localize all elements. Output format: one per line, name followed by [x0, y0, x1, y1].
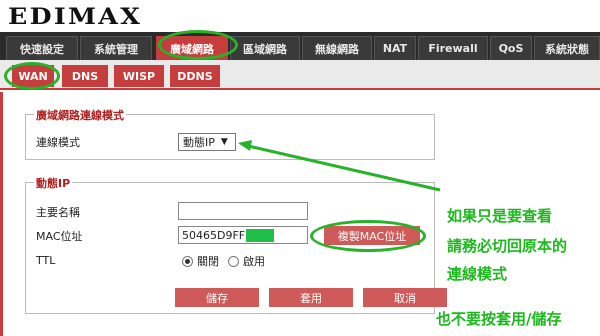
tab-firewall[interactable]: Firewall: [418, 36, 488, 60]
radio-unselected-icon: [228, 255, 239, 267]
connection-mode-section: 廣域網路連線模式 連線模式 動態IP ▼: [25, 107, 435, 160]
subtab-wisp[interactable]: WISP: [114, 65, 164, 87]
ttl-off-radio[interactable]: 關閉: [182, 253, 219, 269]
dynamic-ip-legend: 動態IP: [34, 175, 73, 191]
tab-qos[interactable]: QoS: [490, 36, 532, 60]
tab-quick-setup[interactable]: 快速設定: [6, 36, 78, 60]
save-button[interactable]: 儲存: [175, 288, 259, 307]
mac-value: 50465D9FF: [182, 228, 246, 242]
main-tab-bar: 快速設定 系統管理 廣域網路 區域網路 無線網路 NAT Firewall Qo…: [0, 32, 600, 60]
hostname-input[interactable]: [178, 202, 308, 220]
ttl-label: TTL: [36, 254, 56, 267]
tab-nat[interactable]: NAT: [374, 36, 416, 60]
radio-selected-icon: [182, 255, 193, 267]
cancel-button[interactable]: 取消: [363, 288, 447, 307]
apply-button[interactable]: 套用: [269, 288, 353, 307]
mac-input[interactable]: 50465D9FF: [178, 226, 308, 244]
chevron-down-icon: ▼: [220, 137, 228, 147]
annotation-line-1: 如果只是要查看: [447, 207, 553, 225]
clone-mac-button[interactable]: 複製MAC位址: [324, 226, 420, 245]
connection-mode-select[interactable]: 動態IP ▼: [178, 133, 236, 151]
ttl-on-label: 啟用: [243, 255, 265, 268]
tab-system-admin[interactable]: 系統管理: [80, 36, 152, 60]
tab-lan[interactable]: 區域網路: [230, 36, 300, 60]
connection-mode-value: 動態IP: [183, 136, 215, 149]
mac-mask-block: [246, 228, 275, 242]
annotation-line-4: 也不要按套用/儲存: [436, 310, 562, 328]
ttl-on-radio[interactable]: 啟用: [228, 253, 265, 269]
subtab-wan[interactable]: WAN: [12, 65, 54, 87]
subtab-dns[interactable]: DNS: [62, 65, 108, 87]
ttl-off-label: 關閉: [197, 255, 219, 268]
connection-mode-label: 連線模式: [36, 136, 80, 149]
header: EDIMAX: [0, 0, 600, 30]
tab-system-status[interactable]: 系統狀態: [534, 36, 600, 60]
brand-logo: EDIMAX: [8, 4, 143, 30]
mac-label: MAC位址: [36, 230, 83, 243]
connection-mode-legend: 廣域網路連線模式: [34, 107, 126, 123]
tab-wireless[interactable]: 無線網路: [302, 36, 372, 60]
tab-wan[interactable]: 廣域網路: [156, 36, 228, 60]
annotation-line-3: 連線模式: [447, 265, 508, 283]
hostname-label: 主要名稱: [36, 206, 80, 219]
annotation-line-2: 請務必切回原本的: [447, 237, 568, 255]
sub-tab-bar: WAN DNS WISP DDNS: [0, 60, 600, 90]
subtab-ddns[interactable]: DDNS: [170, 65, 220, 87]
